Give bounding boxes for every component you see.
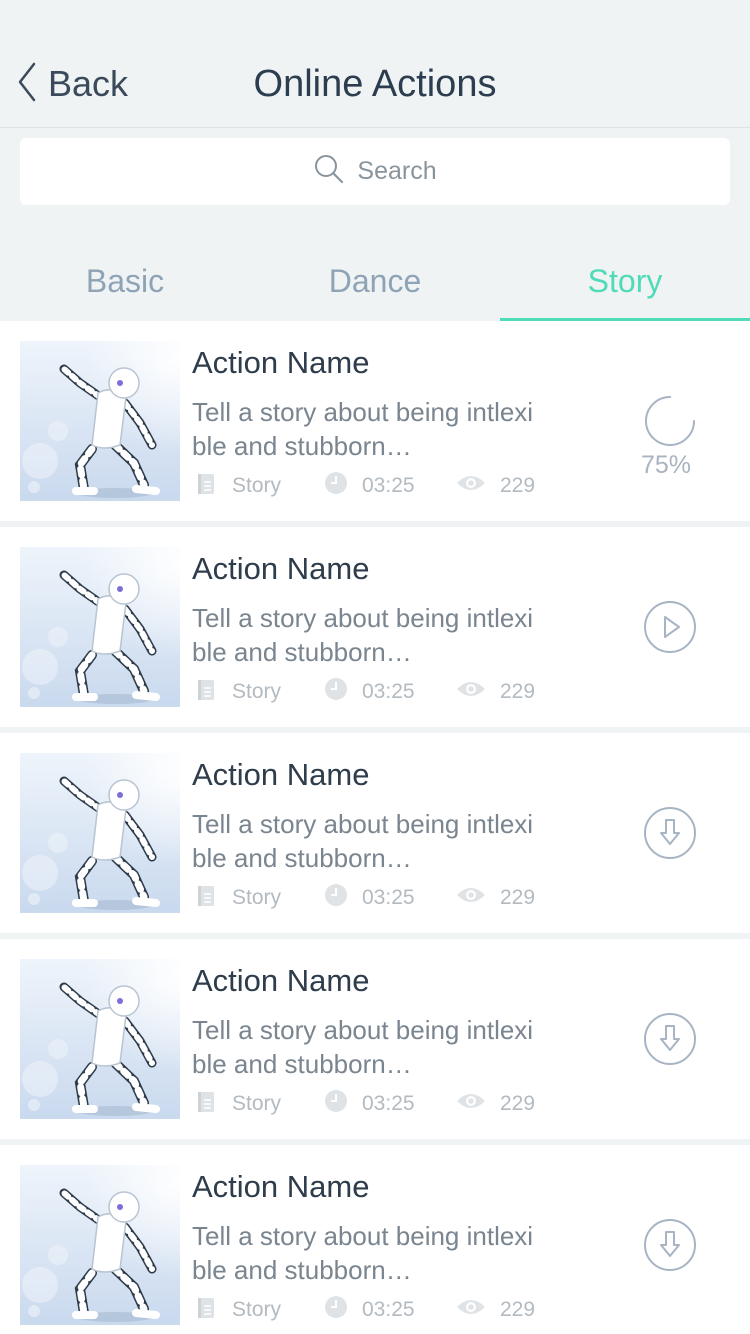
action-duration: 03:25: [362, 680, 415, 703]
action-description: Tell a story about being intlexi ble and…: [192, 1015, 534, 1079]
list-item[interactable]: Action Name Tell a story about being int…: [0, 733, 750, 933]
app-screen: Back Online Actions Search Basic Dance S…: [0, 0, 750, 1334]
eye-icon: [456, 677, 500, 707]
action-views: 229: [500, 886, 536, 909]
clock-icon: [324, 883, 362, 913]
action-meta: Story 03:25 229: [194, 1295, 535, 1325]
action-duration: 03:25: [362, 474, 415, 497]
action-category: Story: [232, 886, 282, 909]
action-thumbnail: [20, 547, 180, 707]
clock-icon: [324, 1295, 362, 1325]
action-description: Tell a story about being intlexi ble and…: [192, 397, 534, 461]
play-icon[interactable]: [642, 599, 698, 655]
action-category: Story: [232, 474, 282, 497]
navigation-bar: Back Online Actions: [0, 40, 750, 128]
clock-icon: [324, 677, 362, 707]
eye-icon: [456, 1089, 500, 1119]
search-placeholder: Search: [357, 157, 437, 185]
action-views: 229: [500, 1092, 536, 1115]
action-list: Action Name Tell a story about being int…: [0, 321, 750, 1334]
action-category: Story: [232, 680, 282, 703]
download-icon[interactable]: [642, 1011, 698, 1067]
book-icon: [194, 1089, 232, 1119]
tab-dance[interactable]: Dance: [250, 240, 500, 322]
list-item[interactable]: Action Name Tell a story about being int…: [0, 321, 750, 521]
action-name: Action Name: [192, 963, 370, 998]
download-progress-label: 75%: [640, 451, 692, 479]
download-icon[interactable]: [642, 1217, 698, 1273]
action-thumbnail: [20, 1165, 180, 1325]
action-duration: 03:25: [362, 1092, 415, 1115]
action-thumbnail: [20, 753, 180, 913]
action-views: 229: [500, 680, 536, 703]
eye-icon: [456, 883, 500, 913]
action-thumbnail: [20, 341, 180, 501]
action-meta: Story 03:25 229: [194, 883, 535, 913]
action-views: 229: [500, 474, 536, 497]
action-meta: Story 03:25 229: [194, 1089, 535, 1119]
action-name: Action Name: [192, 551, 370, 586]
list-item[interactable]: Action Name Tell a story about being int…: [0, 1145, 750, 1334]
action-category: Story: [232, 1092, 282, 1115]
clock-icon: [324, 1089, 362, 1119]
list-item[interactable]: Action Name Tell a story about being int…: [0, 939, 750, 1139]
eye-icon: [456, 471, 500, 501]
book-icon: [194, 677, 232, 707]
download-icon[interactable]: [642, 805, 698, 861]
action-meta: Story 03:25 229: [194, 471, 535, 501]
tab-basic[interactable]: Basic: [0, 240, 250, 322]
list-item[interactable]: Action Name Tell a story about being int…: [0, 527, 750, 727]
search-icon: [313, 153, 357, 190]
action-views: 229: [500, 1298, 536, 1321]
action-description: Tell a story about being intlexi ble and…: [192, 809, 534, 873]
action-duration: 03:25: [362, 886, 415, 909]
action-name: Action Name: [192, 757, 370, 792]
book-icon: [194, 883, 232, 913]
tab-story[interactable]: Story: [500, 240, 750, 322]
tab-bar: Basic Dance Story: [0, 240, 750, 322]
action-thumbnail: [20, 959, 180, 1119]
clock-icon: [324, 471, 362, 501]
page-title: Online Actions: [253, 63, 497, 105]
action-duration: 03:25: [362, 1298, 415, 1321]
action-category: Story: [232, 1298, 282, 1321]
action-name: Action Name: [192, 1169, 370, 1204]
action-meta: Story 03:25 229: [194, 677, 535, 707]
download-progress-indicator[interactable]: [642, 393, 698, 449]
book-icon: [194, 471, 232, 501]
action-description: Tell a story about being intlexi ble and…: [192, 1221, 534, 1285]
book-icon: [194, 1295, 232, 1325]
action-description: Tell a story about being intlexi ble and…: [192, 603, 534, 667]
action-name: Action Name: [192, 345, 370, 380]
eye-icon: [456, 1295, 500, 1325]
search-input[interactable]: Search: [20, 138, 730, 205]
